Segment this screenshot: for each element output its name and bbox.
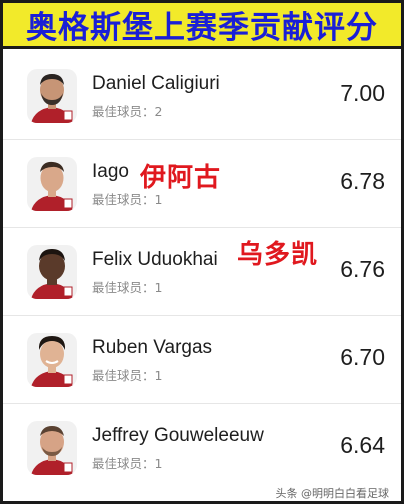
best-player-count: 最佳球员：2 (92, 104, 163, 119)
player-row-gouweleeuw[interactable]: Jeffrey Gouweleeuw 最佳球员：1 6.64 (3, 404, 401, 492)
player-avatar (27, 245, 77, 299)
best-player-count: 最佳球员：1 (92, 280, 163, 295)
player-avatar (27, 157, 77, 211)
overlay-label-iago: 伊阿古 (140, 163, 222, 193)
title-banner: 奥格斯堡上赛季贡献评分 (3, 3, 401, 49)
best-player-count: 最佳球员：1 (92, 456, 163, 471)
rating-score: 6.78 (340, 168, 385, 194)
rating-score: 6.64 (340, 432, 385, 458)
player-row-uduokhai[interactable]: Felix Uduokhai 最佳球员：1 6.76 (3, 228, 401, 316)
page-title: 奥格斯堡上赛季贡献评分 (26, 10, 378, 46)
player-avatar (27, 421, 77, 475)
player-name: Felix Uduokhai (92, 249, 218, 270)
player-row-vargas[interactable]: Ruben Vargas 最佳球员：1 6.70 (3, 316, 401, 404)
player-row-caligiuri[interactable]: Daniel Caligiuri 最佳球员：2 7.00 (3, 52, 401, 140)
rating-score: 6.70 (340, 344, 385, 370)
player-avatar (27, 333, 77, 387)
rating-score: 7.00 (340, 80, 385, 106)
player-avatar (27, 69, 77, 123)
player-rating-list: Daniel Caligiuri 最佳球员：2 7.00 Iago 最佳球员：1… (3, 52, 401, 492)
player-name: Jeffrey Gouweleeuw (92, 425, 264, 446)
overlay-label-uduokhai: 乌多凯 (237, 240, 319, 270)
screenshot-frame: 奥格斯堡上赛季贡献评分 Daniel Caligiuri 最佳球员：2 7.00 (0, 0, 404, 504)
player-name: Iago (92, 161, 129, 182)
best-player-count: 最佳球员：1 (92, 368, 163, 383)
rating-score: 6.76 (340, 256, 385, 282)
watermark: 头条 @明明白白看足球 (275, 487, 390, 500)
player-name: Daniel Caligiuri (92, 73, 220, 94)
player-name: Ruben Vargas (92, 337, 213, 358)
